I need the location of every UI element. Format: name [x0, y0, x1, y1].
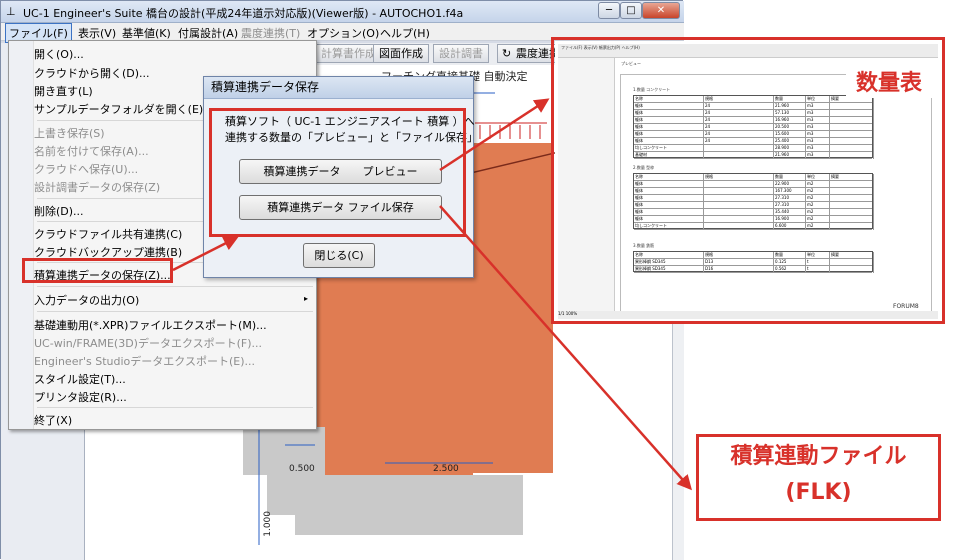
arrow-to-preview — [439, 98, 550, 172]
annotation-arrows — [172, 98, 692, 491]
arrow-to-flk — [439, 205, 692, 491]
arrow-menu-to-dialog — [172, 236, 239, 272]
